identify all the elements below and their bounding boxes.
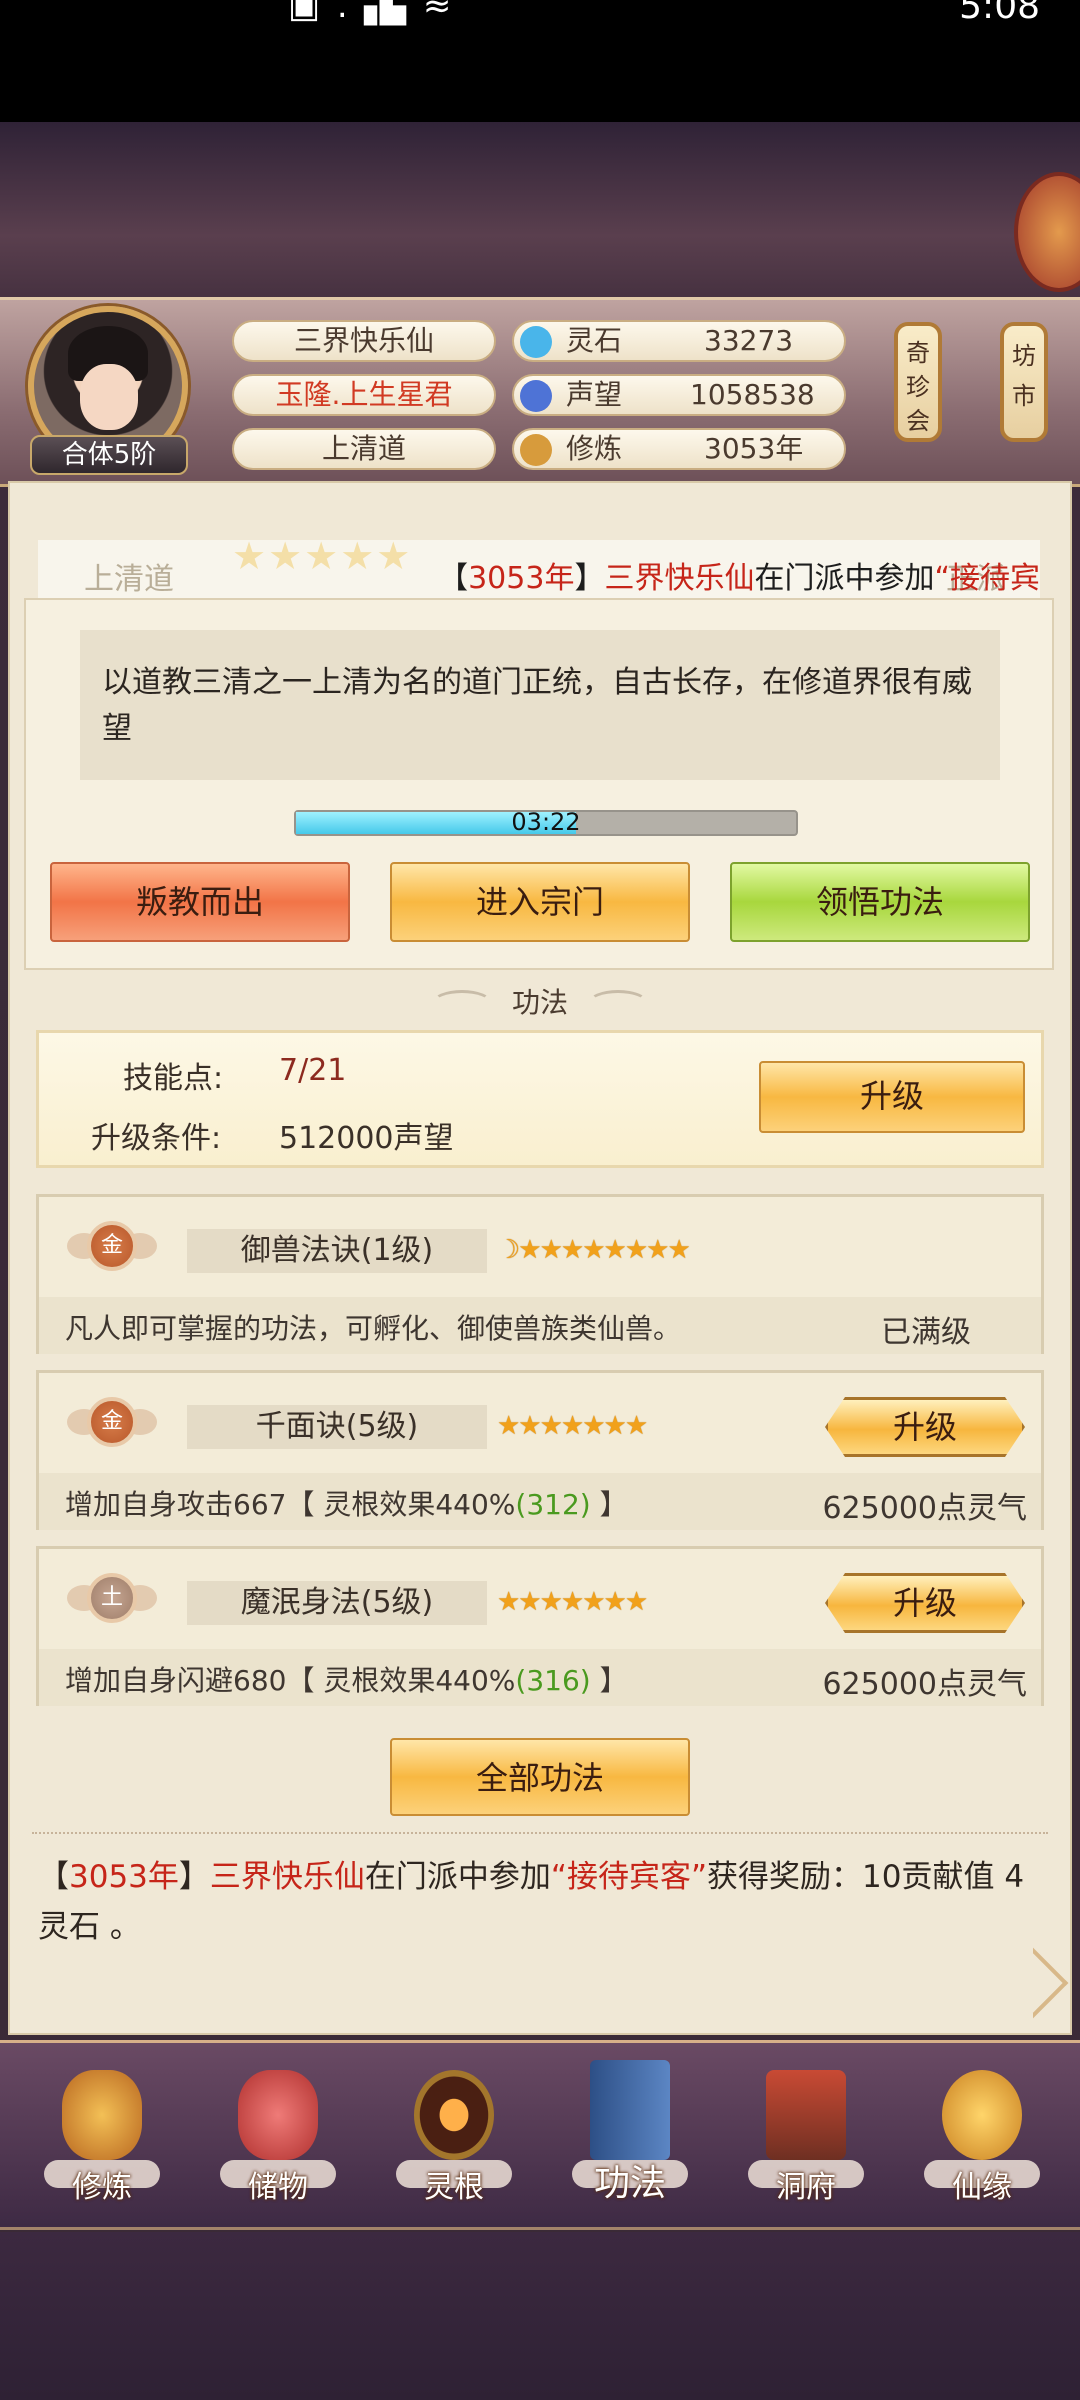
skill-desc: 凡人即可掌握的功法，可孵化、御使兽族类仙兽。 bbox=[65, 1312, 682, 1345]
news-marquee: 【3053年】三界快乐仙在门派中参加“接待宾 bbox=[438, 561, 1040, 596]
nav-skills[interactable]: 功法 bbox=[560, 2060, 700, 2220]
tab-sect-name[interactable]: 上清道 bbox=[84, 554, 174, 598]
event-progress-bar: 03:22 bbox=[294, 808, 798, 836]
skill-stars: ★★★★★★★ bbox=[497, 1411, 648, 1441]
bottom-scene bbox=[0, 2232, 1080, 2400]
resource-spirit-stone: 灵石 33273 bbox=[512, 320, 846, 362]
sect-news-text: 【3053年】三界快乐仙在门派中参加“接待宾客”获得奖励：10贡献值 4灵石 。 bbox=[38, 1859, 1025, 1945]
skill-book-icon bbox=[590, 2060, 670, 2160]
skill-stars: ★★★★★★★ bbox=[497, 1587, 648, 1617]
skill-card: 金 御兽法诀(1级) ☽★★★★★★★★ 凡人即可掌握的功法，可孵化、御使兽族类… bbox=[36, 1194, 1044, 1354]
nav-spirit-root[interactable]: 灵根 bbox=[384, 2060, 524, 2220]
skill-stars: ☽★★★★★★★★ bbox=[497, 1235, 691, 1265]
skill-upgrade-button[interactable]: 升级 bbox=[825, 1397, 1025, 1457]
skill-points-panel: 技能点: 7/21 升级条件: 512000声望 升级 bbox=[36, 1030, 1044, 1168]
element-medal-icon: 土 bbox=[67, 1567, 157, 1629]
cave-mansion-icon bbox=[766, 2070, 846, 2160]
nav-fate[interactable]: 仙缘 bbox=[912, 2060, 1052, 2220]
all-skills-button[interactable]: 全部功法 bbox=[390, 1738, 690, 1816]
storage-bag-icon bbox=[238, 2070, 318, 2160]
meditation-icon bbox=[520, 434, 552, 466]
skill-card: 金 千面诀(5级) ★★★★★★★ 升级 增加自身攻击667【 灵根效果440%… bbox=[36, 1370, 1044, 1530]
upgrade-condition-label: 升级条件: bbox=[91, 1121, 222, 1156]
nav-cave[interactable]: 洞府 bbox=[736, 2060, 876, 2220]
resource-cultivation: 修炼 3053年 bbox=[512, 428, 846, 470]
signal-icons: ▣ .▗▙ ≈ bbox=[288, 0, 455, 26]
skill-cost: 625000点灵气 bbox=[822, 1491, 1027, 1526]
enter-sect-button[interactable]: 进入宗门 bbox=[390, 862, 690, 942]
spirit-root-icon bbox=[414, 2070, 494, 2160]
skill-desc: 增加自身闪避680【 灵根效果440%(316) 】 bbox=[65, 1664, 628, 1697]
skill-desc: 增加自身攻击667【 灵根效果440%(312) 】 bbox=[65, 1488, 628, 1521]
cloud-ornament-left bbox=[432, 990, 492, 1016]
nav-cultivation[interactable]: 修炼 bbox=[32, 2060, 172, 2220]
skill-max-level: 已满级 bbox=[881, 1315, 971, 1350]
player-sect: 上清道 bbox=[232, 428, 496, 470]
sect-description: 以道教三清之一上清为名的道门正统，自古长存，在修道界很有威望 bbox=[80, 630, 1000, 780]
ornament-divider bbox=[32, 1832, 1048, 1846]
cloud-ornament-right bbox=[588, 990, 648, 1016]
skill-name: 千面诀(5级) bbox=[187, 1405, 487, 1449]
status-bar: ▣ .▗▙ ≈ 5:08 bbox=[0, 0, 1080, 122]
fate-gourd-icon bbox=[942, 2070, 1022, 2160]
player-title: 玉隆.上生星君 bbox=[232, 374, 496, 416]
skill-upgrade-button[interactable]: 升级 bbox=[825, 1573, 1025, 1633]
comprehend-skill-button[interactable]: 领悟功法 bbox=[730, 862, 1030, 942]
reputation-crystal-icon bbox=[520, 380, 552, 412]
progress-timer: 03:22 bbox=[511, 808, 581, 836]
skill-name: 魔泯身法(5级) bbox=[187, 1581, 487, 1625]
skill-points-upgrade-button[interactable]: 升级 bbox=[759, 1061, 1025, 1133]
skill-points-label: 技能点: bbox=[123, 1061, 224, 1096]
market-lantern[interactable]: 坊 市 bbox=[1000, 322, 1048, 442]
section-title-skills: 功法 bbox=[420, 982, 660, 1024]
clock: 5:08 bbox=[959, 0, 1040, 27]
upgrade-condition-value: 512000声望 bbox=[279, 1121, 454, 1156]
treasure-fair-lantern[interactable]: 奇 珍 会 bbox=[894, 322, 942, 442]
element-medal-icon: 金 bbox=[67, 1215, 157, 1277]
resource-reputation: 声望 1058538 bbox=[512, 374, 846, 416]
skill-name: 御兽法诀(1级) bbox=[187, 1229, 487, 1273]
leave-sect-button[interactable]: 叛教而出 bbox=[50, 862, 350, 942]
element-medal-icon: 金 bbox=[67, 1391, 157, 1453]
cultivation-monk-icon bbox=[62, 2070, 142, 2160]
realm-rank-badge: 合体5阶 bbox=[30, 435, 188, 475]
nav-storage[interactable]: 储物 bbox=[208, 2060, 348, 2220]
skill-points-value: 7/21 bbox=[279, 1053, 347, 1088]
skill-cost: 625000点灵气 bbox=[822, 1667, 1027, 1702]
skill-card: 土 魔泯身法(5级) ★★★★★★★ 升级 增加自身闪避680【 灵根效果440… bbox=[36, 1546, 1044, 1706]
player-name: 三界快乐仙 bbox=[232, 320, 496, 362]
spirit-stone-icon bbox=[520, 326, 552, 358]
